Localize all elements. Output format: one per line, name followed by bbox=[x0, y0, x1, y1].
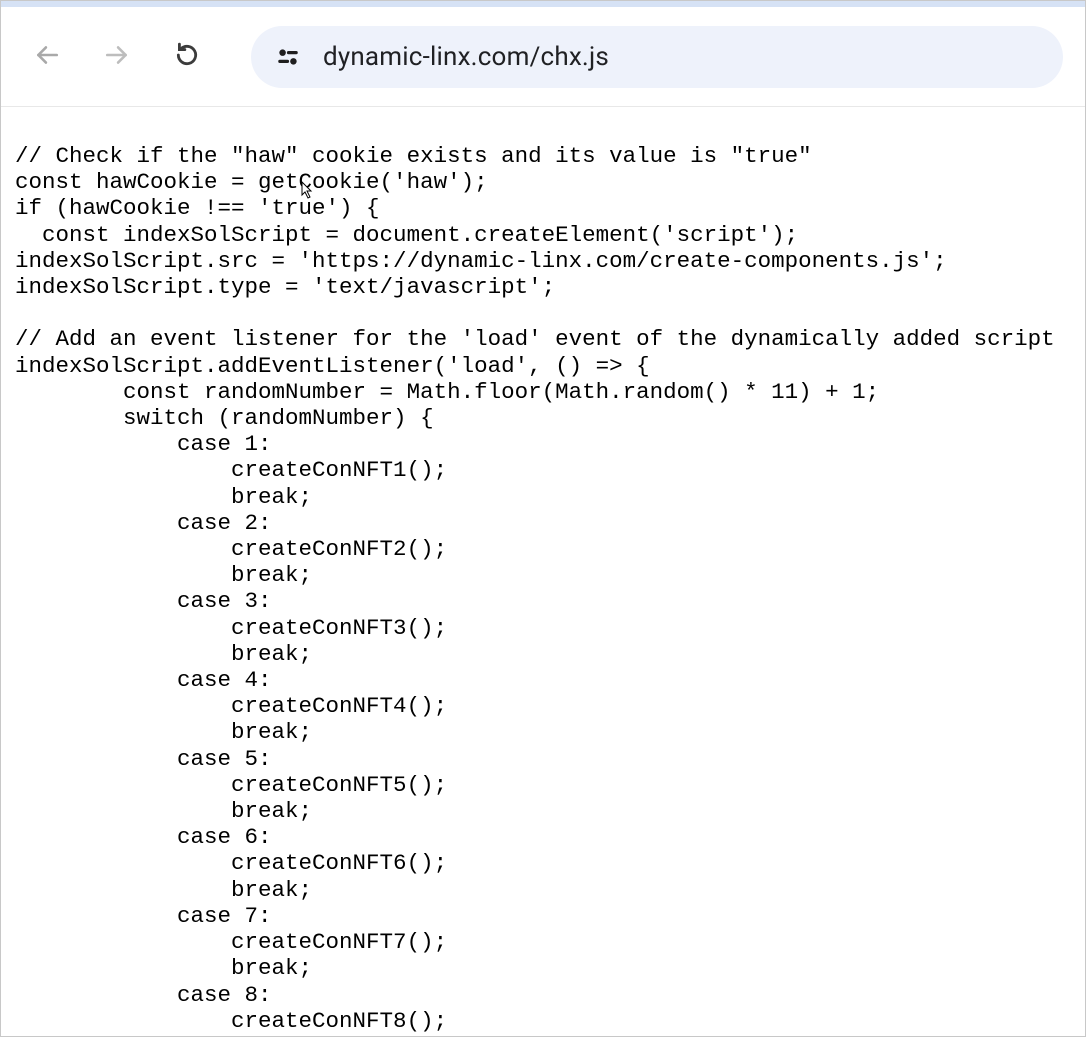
reload-icon bbox=[174, 42, 200, 72]
site-settings-icon[interactable] bbox=[275, 44, 301, 70]
arrow-left-icon bbox=[34, 42, 60, 72]
browser-toolbar: dynamic-linx.com/chx.js bbox=[1, 7, 1085, 107]
page-source-code[interactable]: // Check if the "haw" cookie exists and … bbox=[1, 107, 1085, 1034]
back-button[interactable] bbox=[23, 33, 71, 81]
reload-button[interactable] bbox=[163, 33, 211, 81]
forward-button[interactable] bbox=[93, 33, 141, 81]
url-text[interactable]: dynamic-linx.com/chx.js bbox=[323, 42, 609, 72]
address-bar[interactable]: dynamic-linx.com/chx.js bbox=[251, 26, 1063, 88]
arrow-right-icon bbox=[104, 42, 130, 72]
